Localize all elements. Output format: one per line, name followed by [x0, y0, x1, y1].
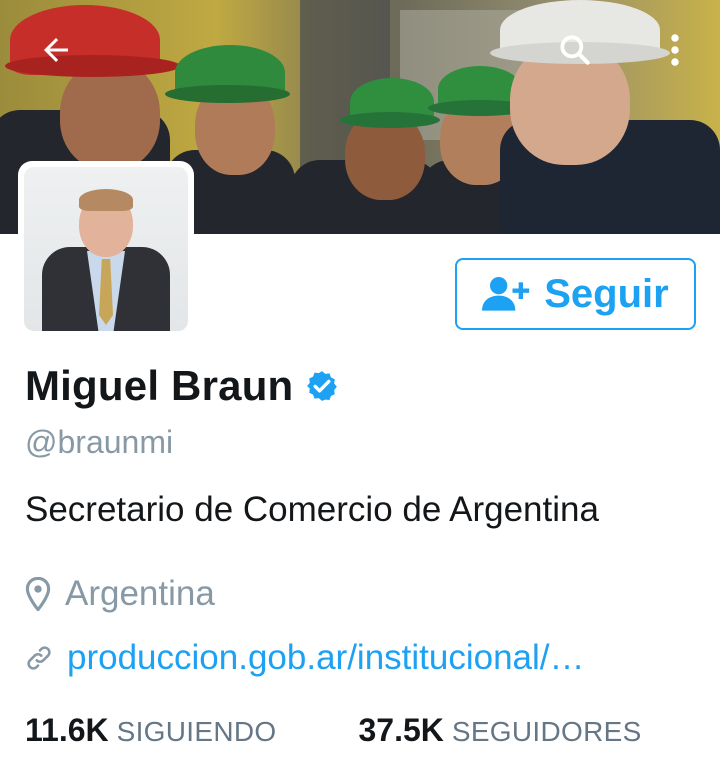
profile-website[interactable]: produccion.gob.ar/institucional/… — [25, 638, 585, 678]
verified-badge-icon — [307, 371, 338, 401]
following-count: 11.6K — [25, 712, 109, 748]
profile-location: Argentina — [25, 574, 215, 614]
follow-button-label: Seguir — [544, 271, 669, 316]
arrow-left-icon — [44, 38, 68, 62]
following-label: SIGUIENDO — [116, 716, 277, 747]
avatar-photo — [24, 167, 188, 331]
website-link[interactable]: produccion.gob.ar/institucional/… — [67, 638, 585, 678]
location-text: Argentina — [65, 574, 215, 613]
profile-bio: Secretario de Comercio de Argentina — [25, 490, 599, 529]
search-icon — [560, 35, 590, 65]
followers-label: SEGUIDORES — [451, 716, 642, 747]
back-button[interactable] — [34, 28, 78, 72]
more-vertical-icon — [671, 34, 679, 66]
profile-handle: @braunmi — [25, 424, 174, 460]
profile-name-row: Miguel Braun — [25, 362, 339, 410]
add-user-icon — [482, 277, 530, 311]
follow-button[interactable]: Seguir — [455, 258, 696, 330]
profile-stats: 11.6K SIGUIENDO 37.5K SEGUIDORES — [25, 712, 642, 749]
location-pin-icon — [25, 577, 51, 611]
link-icon — [27, 646, 51, 670]
profile-name: Miguel Braun — [25, 362, 294, 409]
header-person — [290, 0, 440, 234]
followers-count: 37.5K — [358, 712, 444, 748]
avatar[interactable] — [18, 161, 194, 337]
more-options-button[interactable] — [655, 28, 695, 72]
search-button[interactable] — [553, 28, 597, 72]
followers-stat[interactable]: 37.5K SEGUIDORES — [358, 712, 641, 749]
following-stat[interactable]: 11.6K SIGUIENDO — [25, 712, 276, 749]
